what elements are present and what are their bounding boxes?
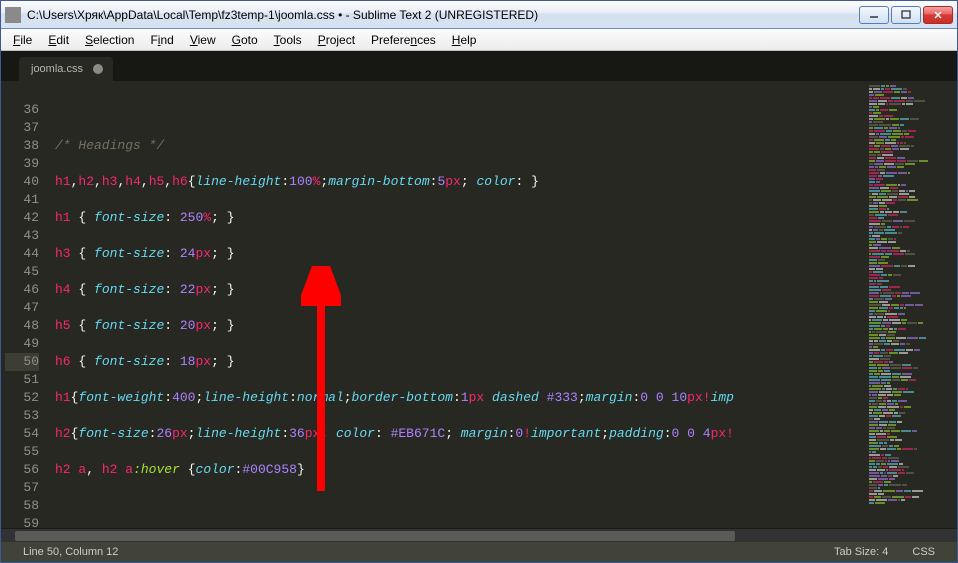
status-lang[interactable]: CSS [900,546,947,558]
gutter: 3637383940414243444546474849505152535455… [1,81,51,528]
tab-label: joomla.css [31,63,83,75]
editor-area: joomla.css 36373839404142434445464748495… [1,51,957,562]
tab-bar: joomla.css [1,51,957,81]
menu-goto[interactable]: Goto [224,31,266,49]
modified-dot-icon [93,64,103,74]
scrollbar-thumb[interactable] [15,531,735,541]
menu-preferences[interactable]: Preferences [363,31,444,49]
menu-file[interactable]: File [5,31,40,49]
menu-edit[interactable]: Edit [40,31,77,49]
status-bar: Line 50, Column 12 Tab Size: 4 CSS [1,542,957,562]
menu-tools[interactable]: Tools [266,31,310,49]
minimize-button[interactable] [859,6,889,24]
close-button[interactable] [923,6,953,24]
titlebar[interactable]: C:\Users\Хряк\AppData\Local\Temp\fz3temp… [1,1,957,29]
window-title: C:\Users\Хряк\AppData\Local\Temp\fz3temp… [27,8,859,22]
menu-find[interactable]: Find [142,31,181,49]
minimap[interactable] [867,81,957,528]
code-text: /* Headings */ [55,138,164,153]
menu-help[interactable]: Help [444,31,485,49]
app-icon [5,7,21,23]
maximize-button[interactable] [891,6,921,24]
status-position: Line 50, Column 12 [11,546,130,558]
tab-joomla-css[interactable]: joomla.css [19,57,113,81]
menu-view[interactable]: View [182,31,224,49]
app-window: C:\Users\Хряк\AppData\Local\Temp\fz3temp… [0,0,958,563]
menubar: File Edit Selection Find View Goto Tools… [1,29,957,51]
window-controls [859,6,953,24]
status-tabsize[interactable]: Tab Size: 4 [822,546,900,558]
code-content[interactable]: /* Headings */ h1,h2,h3,h4,h5,h6{line-he… [51,81,867,528]
horizontal-scrollbar[interactable] [1,528,957,542]
code-editor[interactable]: 3637383940414243444546474849505152535455… [1,81,957,528]
menu-selection[interactable]: Selection [77,31,142,49]
menu-project[interactable]: Project [310,31,363,49]
